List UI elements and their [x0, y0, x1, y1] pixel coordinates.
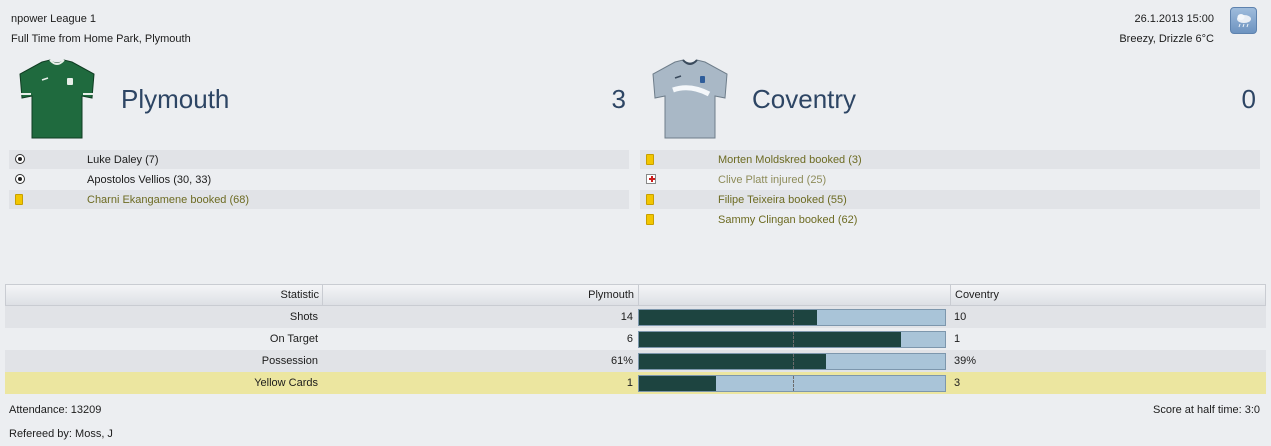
stat-home-value: 6 [626, 333, 633, 345]
stats-row-on-target: On Target 6 1 [5, 328, 1266, 350]
column-divider [950, 284, 951, 306]
stat-label: Shots [289, 311, 318, 323]
stat-home-fill [639, 332, 902, 347]
home-event-row: Apostolos Vellios (30, 33) [9, 170, 629, 189]
away-event-text[interactable]: Sammy Clingan booked (62) [718, 214, 857, 226]
away-shirt-icon [645, 56, 735, 146]
stats-row-yellow-cards: Yellow Cards 1 3 [5, 372, 1266, 394]
away-event-row: Filipe Teixeira booked (55) [640, 190, 1260, 209]
stat-away-value: 3 [954, 377, 961, 389]
stat-away-value: 1 [954, 333, 961, 345]
stats-header-statistic[interactable]: Statistic [6, 284, 319, 306]
home-score: 3 [611, 84, 626, 114]
home-team-name[interactable]: Plymouth [121, 84, 229, 115]
away-team-name[interactable]: Coventry [752, 84, 856, 115]
yellow-card-icon [646, 154, 654, 165]
yellow-card-icon [646, 214, 654, 225]
home-event-row: Charni Ekangamene booked (68) [9, 190, 629, 209]
weather-text: Breezy, Drizzle 6°C [1119, 33, 1214, 45]
bar-midline [793, 332, 794, 347]
column-divider [638, 284, 639, 306]
stat-home-fill [639, 310, 818, 325]
away-events-list: Morten Moldskred booked (3) Clive Platt … [640, 150, 1260, 230]
attendance-text: Attendance: 13209 [9, 404, 102, 416]
match-stats-table: Statistic Plymouth Coventry Shots 14 10 … [5, 284, 1266, 394]
away-event-row: Morten Moldskred booked (3) [640, 150, 1260, 169]
home-event-text[interactable]: Charni Ekangamene booked (68) [87, 194, 249, 206]
yellow-card-icon [646, 194, 654, 205]
stat-away-value: 39% [954, 355, 977, 367]
home-event-row: Luke Daley (7) [9, 150, 629, 169]
stat-label: On Target [269, 333, 318, 345]
stat-home-fill [639, 354, 826, 369]
stat-comparison-bar [638, 375, 946, 392]
stats-row-shots: Shots 14 10 [5, 306, 1266, 328]
referee-text[interactable]: Refereed by: Moss, J [9, 428, 113, 441]
stat-comparison-bar [638, 309, 946, 326]
home-event-text[interactable]: Apostolos Vellios (30, 33) [87, 174, 211, 186]
competition-name[interactable]: npower League 1 [11, 9, 191, 29]
stats-row-possession: Possession 61% 39% [5, 350, 1266, 372]
goal-ball-icon [15, 174, 25, 184]
stat-home-value: 14 [620, 311, 633, 323]
goal-ball-icon [15, 154, 25, 164]
home-shirt-icon [12, 56, 102, 146]
injury-cross-icon [646, 174, 656, 184]
stats-header-row: Statistic Plymouth Coventry [5, 284, 1266, 306]
home-events-list: Luke Daley (7) Apostolos Vellios (30, 33… [9, 150, 629, 210]
stats-header-home[interactable]: Plymouth [326, 284, 634, 306]
away-event-row: Sammy Clingan booked (62) [640, 210, 1260, 229]
match-datetime: 26.1.2013 15:00 [1134, 13, 1214, 25]
yellow-card-icon [15, 194, 23, 205]
match-header-right: 26.1.2013 15:00 Breezy, Drizzle 6°C [1119, 9, 1214, 49]
match-header-left: npower League 1 Full Time from Home Park… [11, 9, 191, 49]
stat-label: Yellow Cards [254, 377, 318, 389]
stat-label: Possession [261, 355, 318, 367]
stat-home-fill [639, 376, 716, 391]
stat-home-value: 1 [626, 377, 633, 389]
home-event-text[interactable]: Luke Daley (7) [87, 154, 159, 166]
away-event-text[interactable]: Morten Moldskred booked (3) [718, 154, 862, 166]
away-event-row: Clive Platt injured (25) [640, 170, 1260, 189]
away-score: 0 [1241, 84, 1256, 114]
bar-midline [793, 310, 794, 325]
venue-line: Full Time from Home Park, Plymouth [11, 33, 191, 45]
stat-away-value: 10 [954, 311, 967, 323]
away-event-text[interactable]: Filipe Teixeira booked (55) [718, 194, 847, 206]
away-event-text[interactable]: Clive Platt injured (25) [718, 174, 826, 186]
half-time-score: Score at half time: 3:0 [1153, 404, 1260, 416]
stats-header-away[interactable]: Coventry [955, 284, 1255, 306]
bar-midline [793, 354, 794, 369]
drizzle-cloud-icon [1230, 7, 1257, 34]
stat-home-value: 61% [610, 355, 633, 367]
stat-comparison-bar [638, 331, 946, 348]
column-divider [322, 284, 323, 306]
bar-midline [793, 376, 794, 391]
stat-comparison-bar [638, 353, 946, 370]
